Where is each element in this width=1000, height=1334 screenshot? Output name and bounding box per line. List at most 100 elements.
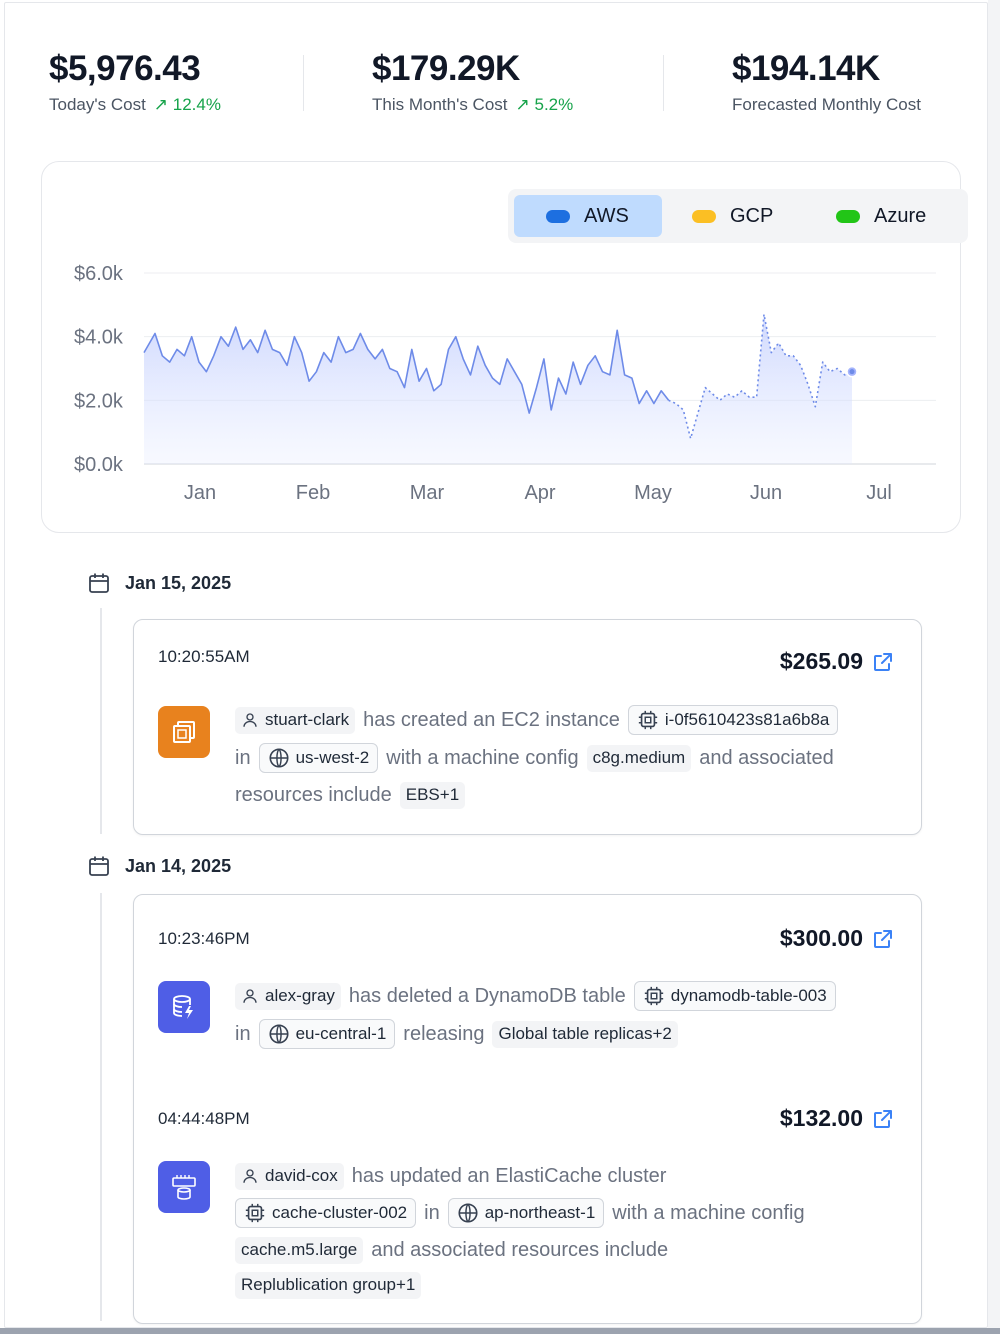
external-link-icon[interactable] [871,650,895,674]
chip-label: dynamodb-table-003 [670,986,827,1005]
stat-forecast-cost: $194.14K Forecasted Monthly Cost [732,47,921,115]
tag-chip: EBS+1 [399,781,466,809]
x-tick-label: Jan [184,482,216,504]
timeline-date: Jan 15, 2025 [87,571,231,595]
x-tick-label: May [634,482,672,504]
description-text: releasing [403,1022,485,1045]
y-tick-label: $2.0k [74,390,124,412]
stat-label: Today's Cost [49,95,146,114]
description-text: and associated [699,746,834,769]
resource-chip-icon [245,1203,265,1223]
resource-id-chip[interactable]: i-0f5610423s81a6b8a [627,705,839,735]
date-label: Jan 15, 2025 [125,572,232,593]
user-chip[interactable]: david-cox [235,1162,344,1190]
chip-label: stuart-clark [265,710,350,729]
timeline-line [100,893,102,1321]
event-cost: $265.09 [780,648,895,675]
description-text: has created an EC2 instance [363,708,620,731]
description-line: cache.m5.large and associated resources i… [235,1232,676,1268]
event-cost-value: $300.00 [779,925,863,951]
event-time: 04:44:48PM [158,1109,250,1128]
tag-chip: c8g.medium [586,744,692,772]
stat-value: $194.14K [732,49,880,88]
tag-chip: Global table replicas+2 [492,1020,678,1048]
external-link-icon[interactable] [871,1107,895,1131]
resource-chip-icon [638,710,658,730]
description-text: with a machine config [386,746,579,769]
timeline-date: Jan 14, 2025 [87,854,231,878]
stat-today-cost: $5,976.43 Today's Cost ↗ 12.4% [49,47,221,115]
description-text: in [424,1201,440,1224]
resource-id-chip[interactable]: cache-cluster-002 [235,1198,417,1228]
chip-label: Global table replicas+2 [498,1024,672,1043]
x-tick-label: Apr [524,482,555,504]
event-cost: $132.00 [780,1105,895,1132]
stat-value: $5,976.43 [49,49,201,88]
chip-label: Replublication group+1 [241,1275,416,1294]
description-line: in eu-central-1 releasing Global table repl… [235,1016,686,1052]
chip-label: us-west-2 [295,748,370,767]
user-chip[interactable]: stuart-clark [235,706,356,734]
description-text: resources include [235,783,392,806]
horizontal-scrollbar[interactable] [0,1328,1000,1334]
description-text: with a machine config [612,1201,805,1224]
description-line: in us-west-2 with a machine config c8g.medi… [235,740,842,776]
vertical-scrollbar[interactable] [988,0,1000,1334]
description-line: david-cox has updated an ElastiCache clus… [235,1158,674,1194]
user-icon [243,1169,257,1183]
event-time: 10:20:55AM [158,647,250,666]
description-line: cache-cluster-002 in ap-northeast-1 with a … [235,1195,813,1231]
description-line: stuart-clark has created an EC2 instance i… [235,702,846,738]
tag-chip: Replublication group+1 [235,1271,422,1299]
description-text: in [235,746,251,769]
stat-label: This Month's Cost [372,95,508,114]
cost-chart-card: AWS GCP Azure $6.0k $4.0k $2.0k $0.0k Jan Feb… [41,161,968,533]
dynamodb-icon [158,981,210,1033]
x-tick-label: Mar [410,482,445,504]
y-tick-label: $6.0k [74,263,124,285]
x-tick-label: Feb [296,482,330,504]
description-text: and associated resources include [371,1238,669,1261]
chip-label: i-0f5610423s81a6b8a [664,710,830,729]
region-chip[interactable]: ap-northeast-1 [447,1198,605,1228]
external-link-icon[interactable] [871,927,895,951]
chip-label: david-cox [265,1166,338,1185]
user-icon [243,989,257,1003]
resource-chip-icon [644,986,663,1006]
chip-label: cache-cluster-002 [272,1203,408,1222]
region-chip[interactable]: us-west-2 [258,743,379,773]
trend-badge: ↗ 5.2% [515,95,574,114]
event-cost-value: $265.09 [779,648,863,674]
y-tick-label: $0.0k [74,454,124,476]
resource-id-chip[interactable]: dynamodb-table-003 [633,981,836,1011]
description-line: resources include EBS+1 [235,777,473,813]
chip-label: cache.m5.large [241,1240,358,1259]
stat-label: Forecasted Monthly Cost [732,95,921,114]
chip-label: EBS+1 [405,785,460,804]
region-chip[interactable]: eu-central-1 [258,1019,396,1049]
chip-label: ap-northeast-1 [484,1203,596,1222]
event-cost: $300.00 [780,925,895,952]
globe-icon [458,1203,478,1223]
divider [663,55,664,111]
timeline-line [100,608,102,834]
x-tick-label: Jul [866,482,892,504]
y-tick-label: $4.0k [74,327,124,349]
tag-chip: cache.m5.large [235,1236,364,1264]
event-cost-value: $132.00 [779,1105,863,1131]
calendar-icon [89,856,109,876]
trend-badge: ↗ 12.4% [153,95,221,114]
app-window: $5,976.43 Today's Cost ↗ 12.4% $179.29K T… [4,2,988,1328]
chip-label: alex-gray [265,986,335,1005]
cost-area-chart: $6.0k $4.0k $2.0k $0.0k Jan Feb Mar Apr May Jun Ju… [74,263,936,504]
description-text: has updated an ElastiCache cluster [351,1164,667,1187]
description-line: alex-gray has deleted a DynamoDB table dyn… [235,978,844,1014]
description-text: has deleted a DynamoDB table [348,984,626,1007]
globe-icon [269,748,289,768]
description-line: Replublication group+1 [235,1267,429,1303]
chip-label: eu-central-1 [295,1024,387,1043]
description-text: in [235,1022,251,1045]
user-chip[interactable]: alex-gray [235,982,341,1010]
divider [303,55,304,111]
elasticache-icon [158,1161,210,1213]
